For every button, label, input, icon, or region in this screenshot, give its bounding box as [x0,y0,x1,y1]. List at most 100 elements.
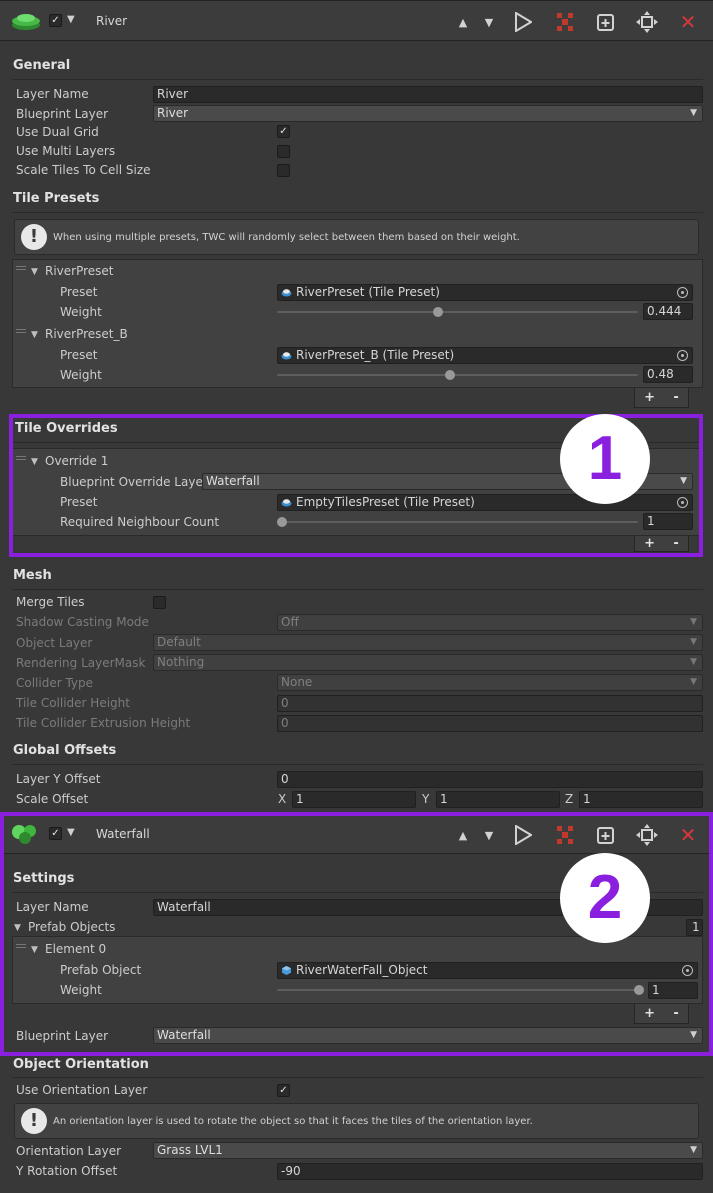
remove-button[interactable]: - [673,1006,678,1021]
preset-label: Preset [60,348,98,362]
close-icon[interactable]: ✕ [676,10,700,34]
move-up-icon[interactable]: ▲ [451,823,475,847]
prefab-objects-label: Prefab Objects [28,920,116,934]
move-down-icon[interactable]: ▼ [477,823,501,847]
chevron-down-icon: ▼ [690,617,697,627]
use-orientation-layer-checkbox[interactable]: ✓ [277,1084,290,1097]
weight-input[interactable]: 0.48 [643,366,693,383]
duplicate-icon[interactable] [594,823,618,847]
prefab-object-field[interactable]: RiverWaterFall_Object [277,962,698,979]
divider [12,764,703,765]
tile-preset-icon [281,352,292,360]
blueprint-override-label: Blueprint Override Layer [60,475,208,489]
warning-icon: ! [21,224,47,250]
preset-item-name: RiverPreset_B [45,327,128,341]
use-dual-grid-checkbox[interactable]: ✓ [277,125,290,138]
element-weight-input[interactable]: 1 [648,982,698,999]
add-button[interactable]: + [644,390,655,405]
play-icon[interactable] [511,823,535,847]
object-layer-dropdown: Default ▼ [153,634,703,651]
y-rotation-offset-input[interactable]: -90 [277,1163,703,1180]
prefab-objects-count[interactable]: 1 [686,919,703,936]
tile-preset-icon [281,499,292,507]
object-picker-icon[interactable] [677,350,688,361]
chevron-down-icon: ▼ [690,637,697,647]
chevron-down-icon[interactable]: ▼ [67,14,75,25]
add-button[interactable]: + [644,536,655,551]
drag-handle-icon[interactable] [16,944,26,948]
x-label: X [278,792,287,806]
neighbour-slider-track[interactable] [277,521,638,523]
move-handle-icon[interactable] [635,10,659,34]
chevron-down-icon: ▼ [690,1145,697,1155]
waterfall-enable-checkbox[interactable]: ✓ [49,827,62,840]
use-multi-layers-checkbox[interactable] [277,145,290,158]
tile-preset-icon [281,289,292,297]
weight-slider-track[interactable] [277,311,638,313]
river-enable-checkbox[interactable]: ✓ [49,14,62,27]
weight-slider-track[interactable] [277,374,638,376]
override-preset-object-field[interactable]: EmptyTilesPreset (Tile Preset) [277,494,693,511]
foldout-arrow-icon[interactable]: ▼ [31,457,38,467]
scale-z-input[interactable]: 1 [579,791,703,808]
override-item-name: Override 1 [45,454,109,468]
foldout-arrow-icon[interactable]: ▼ [31,945,38,955]
drag-handle-icon[interactable] [16,266,26,270]
layer-y-offset-input[interactable]: 0 [277,771,703,788]
neighbour-count-input[interactable]: 1 [643,513,693,530]
add-button[interactable]: + [644,1006,655,1021]
element-weight-slider-track[interactable] [277,989,643,991]
mesh-section-title: Mesh [13,568,52,583]
waterfall-blueprint-layer-label: Blueprint Layer [16,1029,109,1043]
element-weight-slider-handle[interactable] [634,985,644,995]
weight-input[interactable]: 0.444 [643,303,693,320]
play-icon[interactable] [511,10,535,34]
info-text: An orientation layer is used to rotate t… [53,1116,533,1127]
remove-button[interactable]: - [673,536,678,551]
general-section-title: General [13,58,71,73]
neighbour-slider-handle[interactable] [277,517,287,527]
chevron-down-icon: ▼ [690,657,697,667]
y-label: Y [422,792,430,806]
preset-object-field[interactable]: RiverPreset_B (Tile Preset) [277,347,693,364]
layer-name: River [96,14,128,28]
drag-handle-icon[interactable] [16,456,26,460]
scale-tiles-checkbox[interactable] [277,164,290,177]
orientation-info-box: ! An orientation layer is used to rotate… [14,1103,699,1139]
prefab-spheres-icon [12,825,36,844]
collider-height-input: 0 [277,695,703,712]
preset-value: RiverPreset (Tile Preset) [296,285,440,299]
list-add-remove: + - [634,536,689,552]
scatter-icon[interactable] [553,10,577,34]
move-down-icon[interactable]: ▼ [477,10,501,34]
scale-x-input[interactable]: 1 [292,791,416,808]
orientation-layer-value: Grass LVL1 [157,1143,223,1157]
foldout-arrow-icon[interactable]: ▼ [31,267,38,277]
layer-y-offset-label: Layer Y Offset [16,772,101,786]
weight-slider-handle[interactable] [433,307,443,317]
waterfall-blueprint-layer-dropdown[interactable]: Waterfall ▼ [153,1027,703,1044]
prefab-cube-icon [282,966,291,975]
preset-object-field[interactable]: RiverPreset (Tile Preset) [277,284,693,301]
merge-tiles-checkbox[interactable] [153,596,166,609]
scatter-icon[interactable] [553,823,577,847]
blueprint-layer-dropdown[interactable]: River ▼ [153,105,703,122]
z-label: Z [565,792,574,806]
layer-name-input[interactable]: River [153,86,703,103]
object-picker-icon[interactable] [677,497,688,508]
foldout-arrow-icon[interactable]: ▼ [31,330,38,340]
move-handle-icon[interactable] [635,823,659,847]
blueprint-override-value: Waterfall [206,474,260,488]
close-icon[interactable]: ✕ [676,823,700,847]
move-up-icon[interactable]: ▲ [451,10,475,34]
foldout-arrow-icon[interactable]: ▼ [14,923,21,933]
remove-button[interactable]: - [673,390,678,405]
object-picker-icon[interactable] [677,287,688,298]
duplicate-icon[interactable] [594,10,618,34]
drag-handle-icon[interactable] [16,329,26,333]
orientation-layer-dropdown[interactable]: Grass LVL1 ▼ [153,1142,703,1159]
weight-slider-handle[interactable] [445,370,455,380]
scale-y-input[interactable]: 1 [436,791,560,808]
object-picker-icon[interactable] [682,965,693,976]
chevron-down-icon[interactable]: ▼ [67,827,75,838]
